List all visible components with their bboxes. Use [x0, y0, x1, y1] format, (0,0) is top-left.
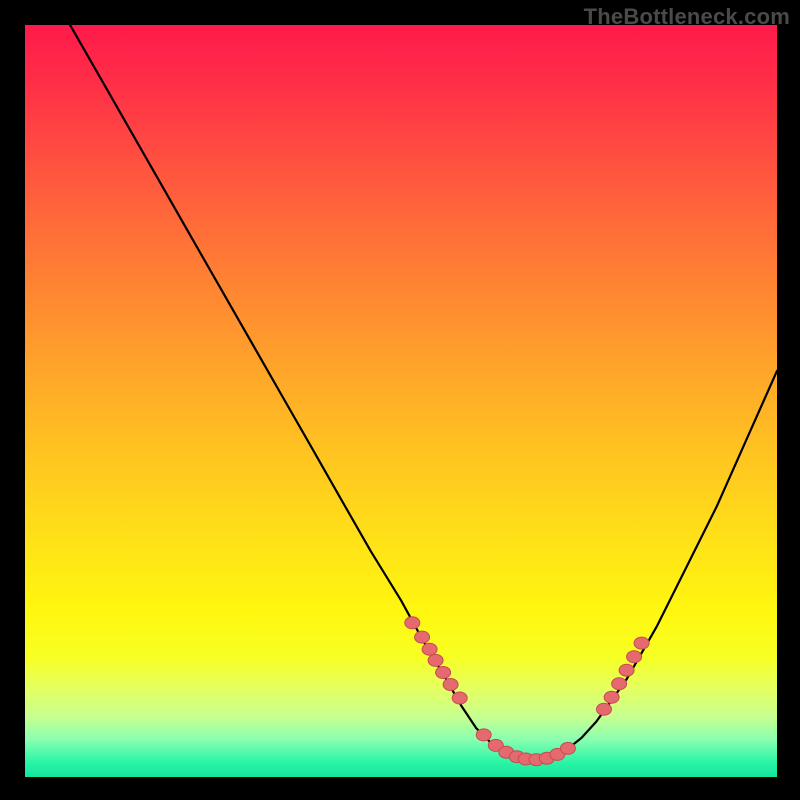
data-dot [597, 703, 612, 715]
data-dot [415, 631, 430, 643]
data-dot [422, 643, 437, 655]
curve-overlay [0, 0, 800, 800]
bottleneck-curve [25, 0, 777, 760]
data-dot [452, 692, 467, 704]
data-dot [627, 651, 642, 663]
data-dot [604, 691, 619, 703]
data-dot [612, 678, 627, 690]
data-dots [405, 617, 649, 766]
data-dot [476, 729, 491, 741]
data-dot [405, 617, 420, 629]
data-dot [443, 679, 458, 691]
data-dot [428, 654, 443, 666]
data-dot [436, 667, 451, 679]
data-dot [634, 637, 649, 649]
data-dot [560, 742, 575, 754]
watermark-text: TheBottleneck.com [584, 4, 790, 30]
data-dot [619, 664, 634, 676]
chart-stage: { "watermark": "TheBottleneck.com", "lay… [0, 0, 800, 800]
